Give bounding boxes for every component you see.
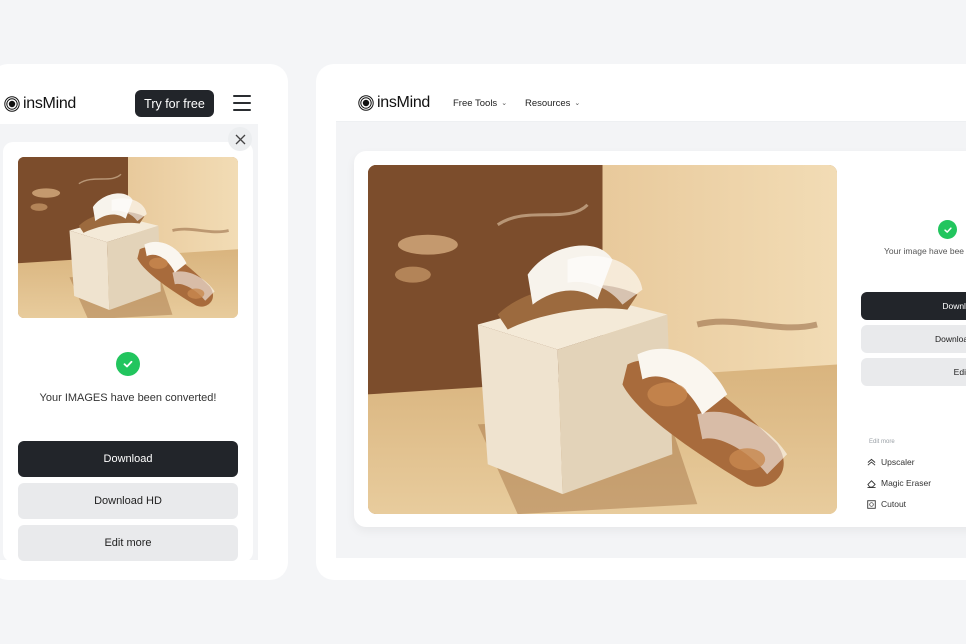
mobile-header: insMind Try for free — [0, 64, 278, 124]
edit-more-button[interactable]: Edit more — [18, 525, 238, 561]
desktop-header: insMind Free Tools ⌄ Resources ⌄ Tr — [336, 64, 966, 122]
chevron-down-icon: ⌄ — [574, 99, 581, 107]
chevron-down-icon: ⌄ — [501, 99, 508, 107]
tool-label: Cutout — [881, 499, 907, 509]
result-image — [18, 157, 238, 318]
edit-more-label: Edit more — [869, 439, 895, 445]
tool-label: Magic Eraser — [881, 478, 932, 488]
logo-icon — [358, 95, 374, 111]
mobile-preview-card: insMind Try for free Your IMAGES have be… — [0, 64, 288, 580]
download-ultra-button[interactable]: Download ultr — [861, 325, 966, 353]
result-panel: Your image have bee Downloac Download ul… — [354, 151, 966, 527]
logo-icon — [4, 96, 20, 112]
mobile-content-area: Your IMAGES have been converted! Downloa… — [0, 124, 258, 562]
logo[interactable]: insMind — [358, 94, 430, 112]
tool-label: Upscaler — [881, 457, 915, 467]
tool-magic-eraser[interactable]: Magic Eraser — [867, 478, 931, 488]
cutout-icon — [867, 499, 876, 509]
tool-upscaler[interactable]: Upscaler — [867, 457, 915, 467]
nav-free-tools[interactable]: Free Tools ⌄ — [453, 98, 507, 109]
nav-resources[interactable]: Resources ⌄ — [525, 98, 580, 109]
download-button[interactable]: Download — [18, 441, 238, 477]
hamburger-menu-icon[interactable] — [233, 95, 251, 111]
desktop-content-area: Your image have bee Downloac Download ul… — [336, 122, 966, 558]
download-button[interactable]: Downloac — [861, 292, 966, 320]
logo-text: insMind — [23, 95, 77, 112]
check-circle-icon — [116, 352, 140, 376]
status-message: Your image have bee — [884, 246, 965, 256]
close-icon[interactable] — [228, 127, 252, 151]
eraser-icon — [867, 479, 876, 488]
edit-button[interactable]: Edit — [861, 358, 966, 386]
status-message: Your IMAGES have been converted! — [39, 392, 217, 404]
download-hd-button[interactable]: Download HD — [18, 483, 238, 519]
check-circle-icon — [938, 220, 957, 239]
upscaler-icon — [867, 458, 876, 466]
logo[interactable]: insMind — [4, 95, 76, 113]
logo-text: insMind — [377, 94, 431, 111]
desktop-preview-card: insMind Free Tools ⌄ Resources ⌄ Tr Your… — [316, 64, 966, 580]
result-modal: Your IMAGES have been converted! Downloa… — [3, 142, 253, 562]
tool-cutout[interactable]: Cutout — [867, 499, 906, 509]
nav-label: Resources — [525, 98, 571, 109]
nav-label: Free Tools — [453, 98, 498, 109]
try-for-free-button[interactable]: Try for free — [135, 90, 214, 117]
result-image — [368, 165, 837, 514]
